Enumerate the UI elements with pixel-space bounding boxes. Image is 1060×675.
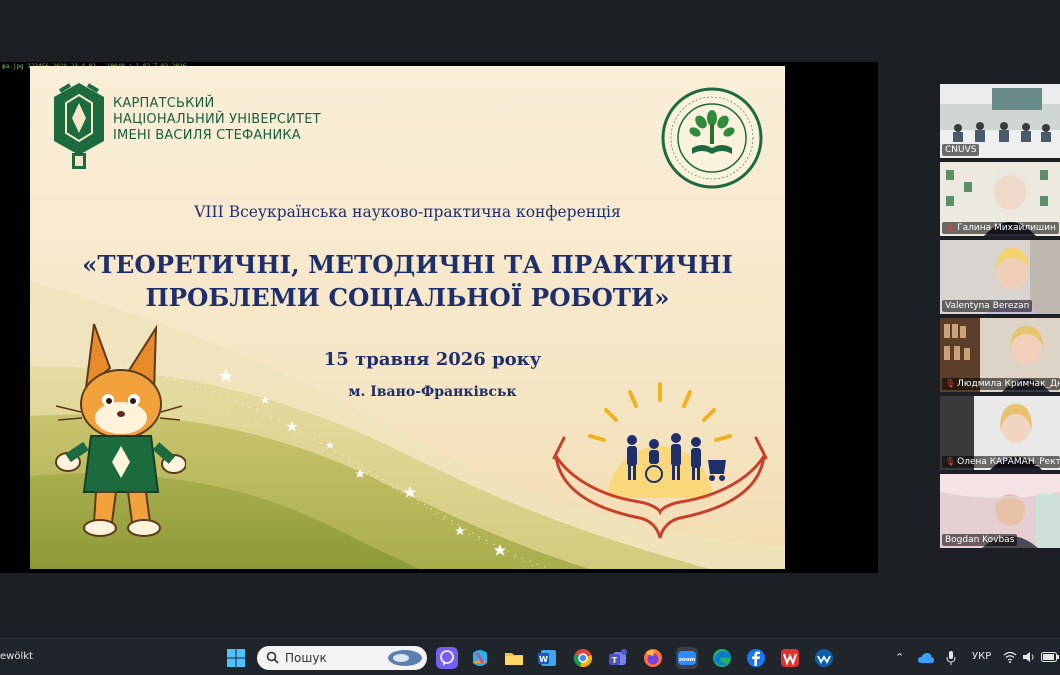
- participant-name: Bogdan Kovbas: [945, 535, 1015, 545]
- language-indicator[interactable]: УКР: [972, 651, 991, 662]
- file-explorer-icon[interactable]: [503, 647, 525, 669]
- wifi-icon[interactable]: [1003, 651, 1017, 663]
- viber-icon[interactable]: [436, 647, 458, 669]
- search-highlight-icon: [388, 650, 422, 666]
- participant-name-label: 🎙CNUVS: [942, 144, 980, 156]
- teams-icon[interactable]: T: [607, 647, 629, 669]
- university-logo-icon: [54, 83, 104, 169]
- participant-name: Олена КАРАМАН_Рект: [957, 457, 1060, 467]
- zoom-meeting-window: фа.jpg 123456 2024-23-4-02 - 10040 / 1-0…: [0, 0, 1060, 675]
- svg-text:zoom: zoom: [679, 657, 696, 663]
- department-emblem-icon: [661, 87, 763, 189]
- mic-off-icon: 🎙: [945, 223, 956, 232]
- svg-text:W: W: [539, 655, 548, 664]
- participant-name-label: 🎙 Олена КАРАМАН_Рект: [942, 456, 1060, 468]
- onedrive-icon[interactable]: [918, 652, 934, 664]
- university-name-line-3: ІМЕНІ ВАСИЛЯ СТЕФАНИКА: [113, 128, 301, 143]
- participant-name-label: 🎙 Галина Михайлишин: [942, 222, 1059, 234]
- edge-icon[interactable]: [711, 647, 733, 669]
- firefox-icon[interactable]: [642, 647, 664, 669]
- copilot-icon[interactable]: [469, 647, 491, 669]
- university-name: КАРПАТСЬКИЙ НАЦІОНАЛЬНИЙ УНІВЕРСИТЕТ ІМЕ…: [113, 96, 321, 144]
- participant-name: Valentyna Berezan: [945, 301, 1030, 311]
- windows-taskbar: ewölkt Пошук W T zoom ⌃ УКР: [0, 638, 1060, 675]
- svg-text:T: T: [612, 656, 618, 665]
- windscribe-icon[interactable]: [813, 647, 835, 669]
- microphone-icon[interactable]: [946, 651, 956, 665]
- conference-subtitle: VIII Всеукраїнська науково-практична кон…: [194, 203, 621, 221]
- university-name-line-1: КАРПАТСЬКИЙ: [113, 96, 215, 111]
- participant-name: CNUVS: [945, 145, 977, 155]
- conference-title: «ТЕОРЕТИЧНІ, МЕТОДИЧНІ ТА ПРАКТИЧНІ ПРОБ…: [30, 248, 785, 314]
- participant-name-label: Valentyna Berezan: [942, 300, 1033, 312]
- participant-tile[interactable]: Valentyna Berezan: [940, 240, 1060, 314]
- participant-tile[interactable]: 🎙 Олена КАРАМАН_Рект: [940, 396, 1060, 470]
- start-menu-icon[interactable]: [226, 648, 246, 668]
- word-icon[interactable]: W: [536, 647, 558, 669]
- zoom-icon[interactable]: zoom: [676, 647, 698, 669]
- participant-name: Галина Михайлишин: [957, 223, 1056, 233]
- taskbar-search-box[interactable]: Пошук: [257, 646, 427, 670]
- participant-name: Людмила Кримчак_Дн: [957, 379, 1060, 389]
- show-hidden-icons-chevron-icon[interactable]: ⌃: [895, 651, 904, 664]
- mic-off-icon: 🎙: [945, 457, 956, 466]
- battery-icon[interactable]: [1041, 652, 1059, 662]
- family-in-hands-icon: [552, 382, 768, 539]
- conference-title-line-2: ПРОБЛЕМИ СОЦІАЛЬНОЇ РОБОТИ»: [145, 283, 670, 312]
- search-placeholder: Пошук: [285, 651, 327, 665]
- volume-icon[interactable]: [1022, 651, 1036, 663]
- participant-name-label: 🎙 Людмила Кримчак_Дн: [942, 378, 1060, 390]
- participant-tile[interactable]: 🎙 Галина Михайлишин: [940, 162, 1060, 236]
- lynx-mascot-icon: [55, 323, 186, 537]
- presentation-slide: КАРПАТСЬКИЙ НАЦІОНАЛЬНИЙ УНІВЕРСИТЕТ ІМЕ…: [30, 66, 785, 569]
- search-icon: [266, 651, 279, 664]
- wps-icon[interactable]: [779, 647, 801, 669]
- conference-title-line-1: «ТЕОРЕТИЧНІ, МЕТОДИЧНІ ТА ПРАКТИЧНІ: [82, 250, 733, 279]
- participant-tile[interactable]: 🎙CNUVS: [940, 84, 1060, 158]
- chrome-icon[interactable]: [572, 647, 594, 669]
- university-name-line-2: НАЦІОНАЛЬНИЙ УНІВЕРСИТЕТ: [113, 112, 321, 127]
- participant-tile[interactable]: Bogdan Kovbas: [940, 474, 1060, 548]
- facebook-icon[interactable]: [745, 647, 767, 669]
- participant-name-label: Bogdan Kovbas: [942, 534, 1018, 546]
- mic-off-icon: 🎙: [945, 379, 956, 388]
- participant-tile[interactable]: 🎙 Людмила Кримчак_Дн: [940, 318, 1060, 392]
- weather-widget[interactable]: ewölkt: [0, 651, 33, 662]
